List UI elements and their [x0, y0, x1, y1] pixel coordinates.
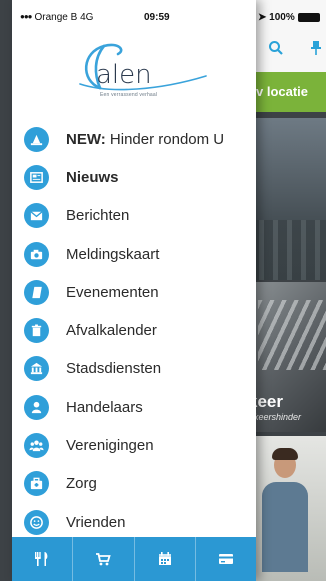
battery-icon	[297, 12, 320, 22]
menu-item-hinder[interactable]: NEW: Hinder rondom U	[12, 120, 256, 158]
logo-tagline: Een verrassend verhaal	[100, 92, 158, 98]
smiley-icon	[24, 509, 49, 535]
menu-label: Vrienden	[66, 513, 126, 531]
mail-icon	[24, 203, 49, 229]
cart-icon	[96, 553, 112, 566]
menu-item-meldingskaart[interactable]: Meldingskaart	[12, 235, 256, 273]
clock: 09:59	[144, 12, 170, 23]
background-topbar	[250, 0, 326, 72]
navigation-drawer: ●●● Orange B 4G 09:59 alen Een verrassend…	[12, 0, 256, 581]
location-banner[interactable]: v locatie	[250, 72, 326, 112]
menu-label: NEW: Hinder rondom U	[66, 130, 225, 148]
food-button[interactable]	[12, 537, 74, 581]
menu-item-stadsdiensten[interactable]: Stadsdiensten	[12, 350, 256, 388]
menu-label: Afvalkalender	[66, 322, 157, 340]
camera-icon	[24, 241, 49, 267]
menu-item-afvalkalender[interactable]: Afvalkalender	[12, 311, 256, 349]
menu-item-zorg[interactable]: Zorg	[12, 465, 256, 503]
news-photo-1[interactable]	[250, 118, 326, 280]
pin-icon[interactable]	[310, 40, 322, 61]
payment-button[interactable]	[196, 537, 256, 581]
calendar-button[interactable]	[135, 537, 196, 581]
menu-label: Zorg	[66, 475, 97, 493]
battery-status: ➤ 100%	[258, 12, 320, 23]
card-icon	[218, 554, 233, 564]
calendar-icon	[158, 552, 171, 565]
status-bar: ●●● Orange B 4G 09:59	[20, 12, 248, 26]
alert-icon	[24, 126, 49, 152]
menu-label: Evenementen	[66, 283, 159, 301]
halen-logo: alen Een verrassend verhaal	[60, 40, 210, 104]
person-icon	[24, 394, 49, 420]
group-icon	[24, 433, 49, 459]
menu-item-evenementen[interactable]: Evenementen	[12, 273, 256, 311]
menu-item-berichten[interactable]: Berichten	[12, 197, 256, 235]
menu-label: Meldingskaart	[66, 245, 160, 263]
menu-label: Nieuws	[66, 168, 119, 186]
menu-label: Berichten	[66, 207, 130, 225]
menu-item-vrienden[interactable]: Vrienden	[12, 503, 256, 541]
menu-label: Handelaars	[66, 398, 143, 416]
menu-item-nieuws[interactable]: Nieuws	[12, 158, 256, 196]
carrier-info: ●●● Orange B 4G	[20, 12, 94, 23]
building-icon	[24, 356, 49, 382]
signal-icon: ●●●	[20, 12, 32, 21]
menu-label: Verenigingen	[66, 437, 154, 455]
book-icon	[24, 279, 49, 305]
menu-item-handelaars[interactable]: Handelaars	[12, 388, 256, 426]
news-icon	[24, 164, 49, 190]
background-toolbar	[268, 40, 326, 61]
trash-icon	[24, 318, 49, 344]
shop-button[interactable]	[73, 537, 135, 581]
crosswalk-stripes	[258, 300, 326, 370]
search-icon[interactable]	[268, 40, 284, 61]
cutlery-icon	[35, 552, 48, 566]
briefcase-icon	[24, 471, 49, 497]
person-photo	[262, 448, 308, 572]
menu-item-verenigingen[interactable]: Verenigingen	[12, 426, 256, 464]
drawer-menu: NEW: Hinder rondom U Nieuws Berichten Me…	[12, 120, 256, 541]
bottom-toolbar	[12, 537, 256, 581]
menu-label: Stadsdiensten	[66, 360, 162, 378]
logo-wordmark: alen	[96, 60, 152, 90]
